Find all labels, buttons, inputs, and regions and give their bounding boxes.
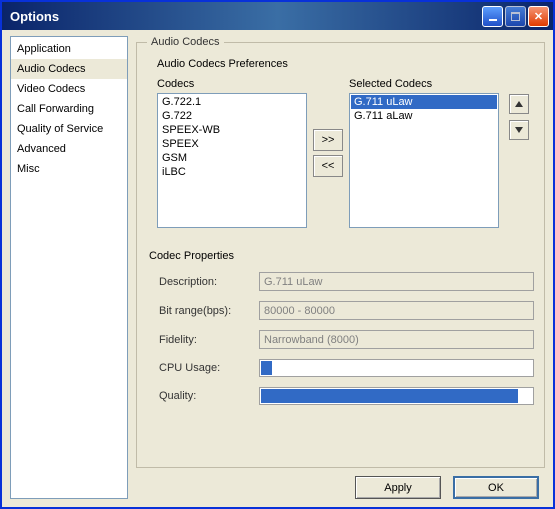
codec-properties-label: Codec Properties — [149, 250, 534, 262]
category-sidebar: Application Audio Codecs Video Codecs Ca… — [10, 36, 128, 499]
move-right-button[interactable]: >> — [313, 129, 343, 151]
quality-bar — [259, 387, 534, 405]
list-item[interactable]: GSM — [159, 151, 305, 165]
titlebar: Options ✕ — [2, 2, 553, 30]
settings-panel: Audio Codecs Audio Codecs Preferences Co… — [136, 36, 545, 499]
codec-lists-row: Codecs G.722.1 G.722 SPEEX-WB SPEEX GSM … — [157, 78, 534, 228]
maximize-icon — [511, 12, 520, 21]
group-legend: Audio Codecs — [147, 36, 224, 48]
list-item[interactable]: SPEEX-WB — [159, 123, 305, 137]
move-left-button[interactable]: << — [313, 155, 343, 177]
list-item[interactable]: SPEEX — [159, 137, 305, 151]
ok-button[interactable]: OK — [453, 476, 539, 499]
move-up-button[interactable] — [509, 94, 529, 114]
available-codecs-label: Codecs — [157, 78, 307, 90]
dialog-footer: Apply OK — [136, 468, 545, 499]
sidebar-item-audio-codecs[interactable]: Audio Codecs — [11, 59, 127, 79]
fidelity-field: Narrowband (8000) — [259, 330, 534, 349]
preferences-heading: Audio Codecs Preferences — [157, 58, 534, 70]
minimize-button[interactable] — [482, 6, 503, 27]
chevron-down-icon — [515, 127, 523, 133]
minimize-icon — [489, 19, 497, 21]
reorder-buttons — [509, 94, 529, 228]
cpu-usage-label: CPU Usage: — [159, 362, 259, 374]
sidebar-item-application[interactable]: Application — [11, 39, 127, 59]
quality-fill — [261, 389, 518, 403]
window-controls: ✕ — [482, 6, 549, 27]
list-item[interactable]: G.711 uLaw — [351, 95, 497, 109]
codec-properties: Codec Properties Description: G.711 uLaw… — [149, 250, 534, 415]
sidebar-item-call-forwarding[interactable]: Call Forwarding — [11, 99, 127, 119]
sidebar-item-video-codecs[interactable]: Video Codecs — [11, 79, 127, 99]
fidelity-label: Fidelity: — [159, 334, 259, 346]
sidebar-item-quality-of-service[interactable]: Quality of Service — [11, 119, 127, 139]
bitrange-field: 80000 - 80000 — [259, 301, 534, 320]
cpu-usage-bar — [259, 359, 534, 377]
description-field: G.711 uLaw — [259, 272, 534, 291]
upper-layout: Application Audio Codecs Video Codecs Ca… — [10, 36, 545, 499]
description-label: Description: — [159, 276, 259, 288]
list-item[interactable]: G.722.1 — [159, 95, 305, 109]
list-item[interactable]: G.722 — [159, 109, 305, 123]
close-icon: ✕ — [534, 10, 543, 23]
quality-label: Quality: — [159, 390, 259, 402]
selected-codecs-column: Selected Codecs G.711 uLaw G.711 aLaw — [349, 78, 499, 228]
sidebar-item-advanced[interactable]: Advanced — [11, 139, 127, 159]
list-item[interactable]: G.711 aLaw — [351, 109, 497, 123]
available-codecs-list[interactable]: G.722.1 G.722 SPEEX-WB SPEEX GSM iLBC — [157, 93, 307, 228]
options-window: Options ✕ Application Audio Codecs Video… — [0, 0, 555, 509]
selected-codecs-label: Selected Codecs — [349, 78, 499, 90]
content-area: Application Audio Codecs Video Codecs Ca… — [2, 30, 553, 507]
window-title: Options — [10, 9, 59, 24]
transfer-buttons: >> << — [313, 78, 343, 228]
close-button[interactable]: ✕ — [528, 6, 549, 27]
chevron-up-icon — [515, 101, 523, 107]
available-codecs-column: Codecs G.722.1 G.722 SPEEX-WB SPEEX GSM … — [157, 78, 307, 228]
move-down-button[interactable] — [509, 120, 529, 140]
sidebar-item-misc[interactable]: Misc — [11, 159, 127, 179]
audio-codecs-group: Audio Codecs Audio Codecs Preferences Co… — [136, 36, 545, 468]
list-item[interactable]: iLBC — [159, 165, 305, 179]
apply-button[interactable]: Apply — [355, 476, 441, 499]
selected-codecs-list[interactable]: G.711 uLaw G.711 aLaw — [349, 93, 499, 228]
bitrange-label: Bit range(bps): — [159, 305, 259, 317]
cpu-usage-fill — [261, 361, 272, 375]
maximize-button[interactable] — [505, 6, 526, 27]
